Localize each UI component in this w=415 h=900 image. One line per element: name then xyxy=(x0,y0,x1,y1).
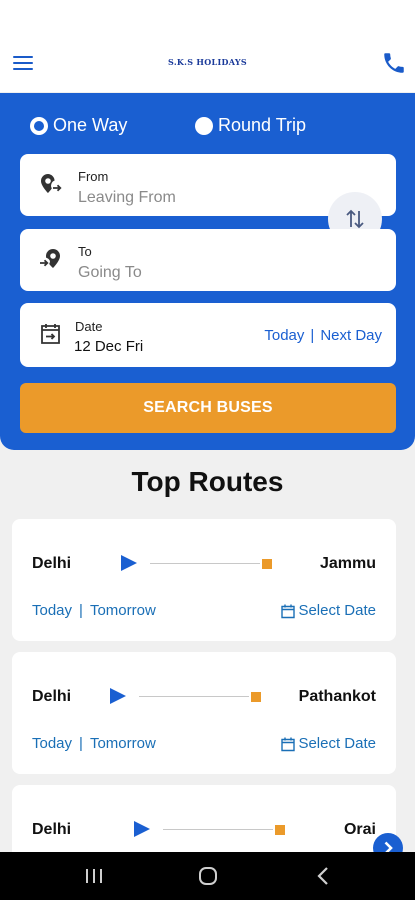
route-to: Pathankot xyxy=(298,688,376,705)
to-label: To xyxy=(78,244,92,259)
location-in-icon xyxy=(38,247,64,273)
date-label: Date xyxy=(75,319,103,334)
location-out-icon xyxy=(38,172,64,198)
home-icon[interactable] xyxy=(194,864,222,888)
from-placeholder: Leaving From xyxy=(78,189,176,206)
play-icon xyxy=(110,688,126,704)
route-from: Delhi xyxy=(32,688,72,705)
today-link[interactable]: Today xyxy=(32,735,72,752)
select-date-label: Select Date xyxy=(298,602,376,619)
tomorrow-link[interactable]: Tomorrow xyxy=(90,735,156,752)
to-placeholder: Going To xyxy=(78,264,142,281)
radio-unselected-icon xyxy=(195,116,213,135)
separator: | xyxy=(79,735,83,752)
play-icon xyxy=(121,555,137,571)
stop-icon xyxy=(251,692,261,702)
calendar-icon xyxy=(281,737,296,751)
route-quick-links: Today | Tomorrow xyxy=(32,735,156,752)
brand-title: S.K.S HOLIDAYS xyxy=(168,57,247,67)
top-routes-title: Top Routes xyxy=(131,466,284,497)
separator: | xyxy=(79,602,83,619)
calendar-icon xyxy=(281,604,296,618)
route-line xyxy=(163,829,273,830)
status-bar xyxy=(0,0,415,36)
round-trip-radio[interactable]: Round Trip xyxy=(195,115,306,136)
date-value: 12 Dec Fri xyxy=(74,338,144,355)
recents-icon[interactable] xyxy=(80,864,108,888)
app-bar: S.K.S HOLIDAYS xyxy=(0,36,415,92)
date-quick-links: Today | Next Day xyxy=(264,327,382,344)
route-to: Jammu xyxy=(319,555,376,572)
next-day-link[interactable]: Next Day xyxy=(320,327,382,344)
today-link[interactable]: Today xyxy=(264,327,304,344)
select-date-button[interactable]: Select Date xyxy=(280,735,376,752)
round-trip-label: Round Trip xyxy=(218,115,307,135)
stop-icon xyxy=(262,559,272,569)
route-line xyxy=(139,696,249,697)
tomorrow-link[interactable]: Tomorrow xyxy=(90,602,156,619)
separator: | xyxy=(310,327,315,344)
system-nav-bar xyxy=(0,852,415,900)
today-link[interactable]: Today xyxy=(32,602,72,619)
route-card[interactable]: Delhi Jammu Today | Tomorrow Select Date xyxy=(12,519,396,641)
one-way-radio[interactable]: One Way xyxy=(30,115,127,136)
back-icon[interactable] xyxy=(310,864,338,888)
route-line xyxy=(150,563,260,564)
phone-icon[interactable] xyxy=(381,50,407,76)
from-label: From xyxy=(78,169,109,184)
calendar-arrow-icon xyxy=(38,321,64,347)
route-from: Delhi xyxy=(32,555,72,572)
route-quick-links: Today | Tomorrow xyxy=(32,602,156,619)
select-date-label: Select Date xyxy=(298,735,376,752)
route-to: Orai xyxy=(343,821,376,838)
select-date-button[interactable]: Select Date xyxy=(280,602,376,619)
search-panel: One Way Round Trip From Leaving From To … xyxy=(0,93,415,450)
play-icon xyxy=(134,821,150,837)
radio-selected-icon xyxy=(30,116,48,135)
search-buses-button[interactable]: SEARCH BUSES xyxy=(20,383,396,433)
stop-icon xyxy=(275,825,285,835)
one-way-label: One Way xyxy=(53,115,128,135)
to-field[interactable]: To Going To xyxy=(20,229,396,291)
route-from: Delhi xyxy=(32,821,72,838)
date-field[interactable]: Date 12 Dec Fri Today | Next Day xyxy=(20,303,396,367)
route-card[interactable]: Delhi Pathankot Today | Tomorrow Select Da… xyxy=(12,652,396,774)
